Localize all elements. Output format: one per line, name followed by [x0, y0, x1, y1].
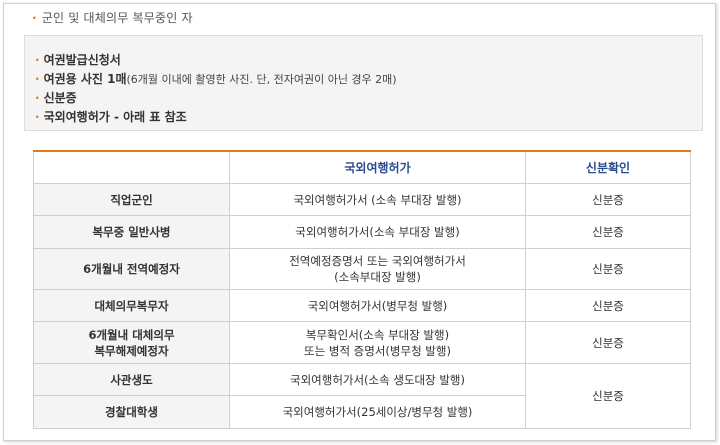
row-category: 6개월내 전역예정자: [33, 248, 230, 290]
bullet-icon: ·: [35, 91, 40, 105]
document-item: · 여권용 사진 1매(6개월 이내에 촬영한 사진. 단, 전자여권이 아닌 경…: [35, 72, 397, 86]
bullet-icon: ·: [35, 110, 40, 124]
row-permit: 복무확인서(소속 부대장 발행) 또는 병적 증명서(병무청 발행): [229, 321, 526, 364]
document-item: · 국외여행허가 - 아래 표 참조: [35, 110, 187, 124]
row-id-check: 신분증: [525, 363, 691, 429]
header-travel-permit: 국외여행허가: [229, 150, 526, 184]
travel-permit-table: 국외여행허가 신분확인 직업군인 국외여행허가서 (소속 부대장 발행) 신분증…: [33, 150, 691, 429]
section-title-text: 군인 및 대체의무 복무중인 자: [41, 11, 193, 25]
row-category: 대체의무복무자: [33, 289, 230, 322]
table-row: 6개월내 전역예정자 전역예정증명서 또는 국외여행허가서 (소속부대장 발행) …: [33, 248, 691, 290]
row-id-check: 신분증: [525, 289, 691, 322]
table-row: 사관생도 국외여행허가서(소속 생도대장 발행) 신분증: [33, 363, 691, 429]
document-item: · 여권발급신청서: [35, 53, 121, 67]
bullet-icon: ·: [35, 72, 40, 86]
header-category: [33, 150, 230, 184]
row-permit: 국외여행허가서 (소속 부대장 발행): [229, 183, 526, 216]
row-category: 복무중 일반사병: [33, 215, 230, 249]
row-category: 경찰대학생: [33, 395, 230, 429]
table-row: 직업군인 국외여행허가서 (소속 부대장 발행) 신분증: [33, 183, 691, 216]
row-permit: 국외여행허가서(25세이상/병무청 발행): [229, 395, 526, 429]
row-permit: 국외여행허가서(병무청 발행): [229, 289, 526, 322]
row-id-check: 신분증: [525, 321, 691, 364]
section-title: · 군인 및 대체의무 복무중인 자: [32, 9, 193, 26]
table-row: 6개월내 대체의무 복무해제예정자 복무확인서(소속 부대장 발행) 또는 병적 증…: [33, 321, 691, 364]
bullet-icon: ·: [35, 53, 40, 67]
table-header-row: 국외여행허가 신분확인: [33, 150, 691, 184]
required-documents-list: · 여권발급신청서 · 여권용 사진 1매(6개월 이내에 촬영한 사진. 단, 전…: [25, 36, 702, 127]
row-category: 직업군인: [33, 183, 230, 216]
document-note: (6개월 이내에 촬영한 사진. 단, 전자여권이 아닌 경우 2매): [126, 73, 397, 86]
row-id-check: 신분증: [525, 215, 691, 249]
row-permit: 국외여행허가서(소속 생도대장 발행): [229, 363, 526, 396]
document-item: · 신분증: [35, 91, 77, 105]
table-row: 복무중 일반사병 국외여행허가서(소속 부대장 발행) 신분증: [33, 215, 691, 249]
table-row: 대체의무복무자 국외여행허가서(병무청 발행) 신분증: [33, 289, 691, 322]
header-id-check: 신분확인: [525, 150, 691, 184]
row-permit: 전역예정증명서 또는 국외여행허가서 (소속부대장 발행): [229, 248, 526, 290]
row-category: 사관생도: [33, 363, 230, 396]
bullet-icon: ·: [32, 11, 37, 25]
row-id-check: 신분증: [525, 183, 691, 216]
row-permit: 국외여행허가서(소속 부대장 발행): [229, 215, 526, 249]
row-category: 6개월내 대체의무 복무해제예정자: [33, 321, 230, 364]
row-id-check: 신분증: [525, 248, 691, 290]
required-documents-box: · 여권발급신청서 · 여권용 사진 1매(6개월 이내에 촬영한 사진. 단, 전…: [24, 35, 703, 131]
